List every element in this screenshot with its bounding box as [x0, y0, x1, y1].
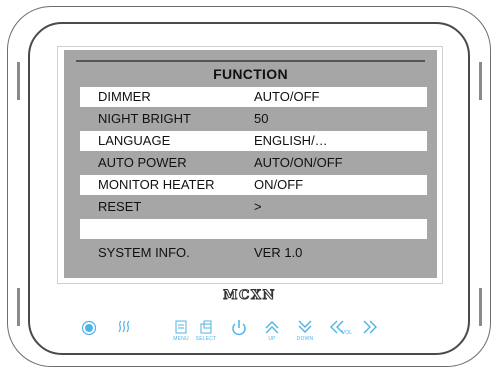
source-icon — [81, 320, 97, 336]
down-chevron-icon — [298, 320, 312, 333]
menu-item-system-info[interactable]: SYSTEM INFO. VER 1.0 — [80, 243, 427, 263]
menu-item-value: AUTO/ON/OFF — [254, 155, 343, 170]
down-button-label: DOWN — [296, 336, 314, 342]
menu-item-value: ENGLISH/… — [254, 133, 328, 148]
power-button[interactable] — [222, 318, 256, 354]
up-button[interactable]: UP — [255, 318, 289, 354]
osd-screen: FUNCTION DIMMER AUTO/OFF NIGHT BRIGHT 50… — [64, 50, 437, 278]
title-divider — [76, 60, 425, 62]
menu-icon — [175, 320, 187, 334]
menu-item-auto-power[interactable]: AUTO POWER AUTO/ON/OFF — [80, 153, 427, 173]
menu-item-value: ON/OFF — [254, 177, 304, 192]
select-icon — [200, 320, 212, 334]
menu-item-label: SYSTEM INFO. — [98, 245, 190, 260]
menu-item-dimmer[interactable]: DIMMER AUTO/OFF — [80, 87, 427, 107]
menu-item-label: AUTO POWER — [98, 155, 187, 170]
heater-button[interactable] — [107, 318, 141, 354]
select-button-label: SELECT — [195, 336, 217, 342]
menu-item-empty[interactable] — [80, 219, 427, 239]
menu-item-label: RESET — [98, 199, 142, 214]
menu-item-night-bright[interactable]: NIGHT BRIGHT 50 — [80, 109, 427, 129]
down-button[interactable]: DOWN — [288, 318, 322, 354]
menu-item-label: DIMMER — [98, 89, 151, 104]
menu-item-monitor-heater[interactable]: MONITOR HEATER ON/OFF — [80, 175, 427, 195]
menu-item-value: 50 — [254, 111, 269, 126]
menu-item-reset[interactable]: RESET > — [80, 197, 427, 217]
menu-item-value: VER 1.0 — [254, 245, 303, 260]
menu-item-label: NIGHT BRIGHT — [98, 111, 191, 126]
menu-item-value: > — [254, 199, 262, 214]
left-side-notch — [17, 62, 20, 100]
vol-up-button[interactable] — [353, 318, 387, 354]
right-side-notch — [479, 62, 482, 100]
heat-wave-icon — [118, 320, 130, 333]
menu-item-label: MONITOR HEATER — [98, 177, 215, 192]
right-chevron-icon — [363, 320, 377, 334]
select-button[interactable]: SELECT — [189, 318, 223, 354]
menu-item-value: AUTO/OFF — [254, 89, 320, 104]
brand-logo: MCXN — [223, 288, 276, 304]
menu-item-language[interactable]: LANGUAGE ENGLISH/… — [80, 131, 427, 151]
source-button[interactable] — [72, 318, 106, 354]
up-button-label: UP — [268, 336, 276, 342]
power-icon — [232, 320, 246, 336]
menu-title: FUNCTION — [213, 66, 288, 82]
menu-item-label: LANGUAGE — [98, 133, 171, 148]
up-chevron-icon — [265, 321, 279, 334]
